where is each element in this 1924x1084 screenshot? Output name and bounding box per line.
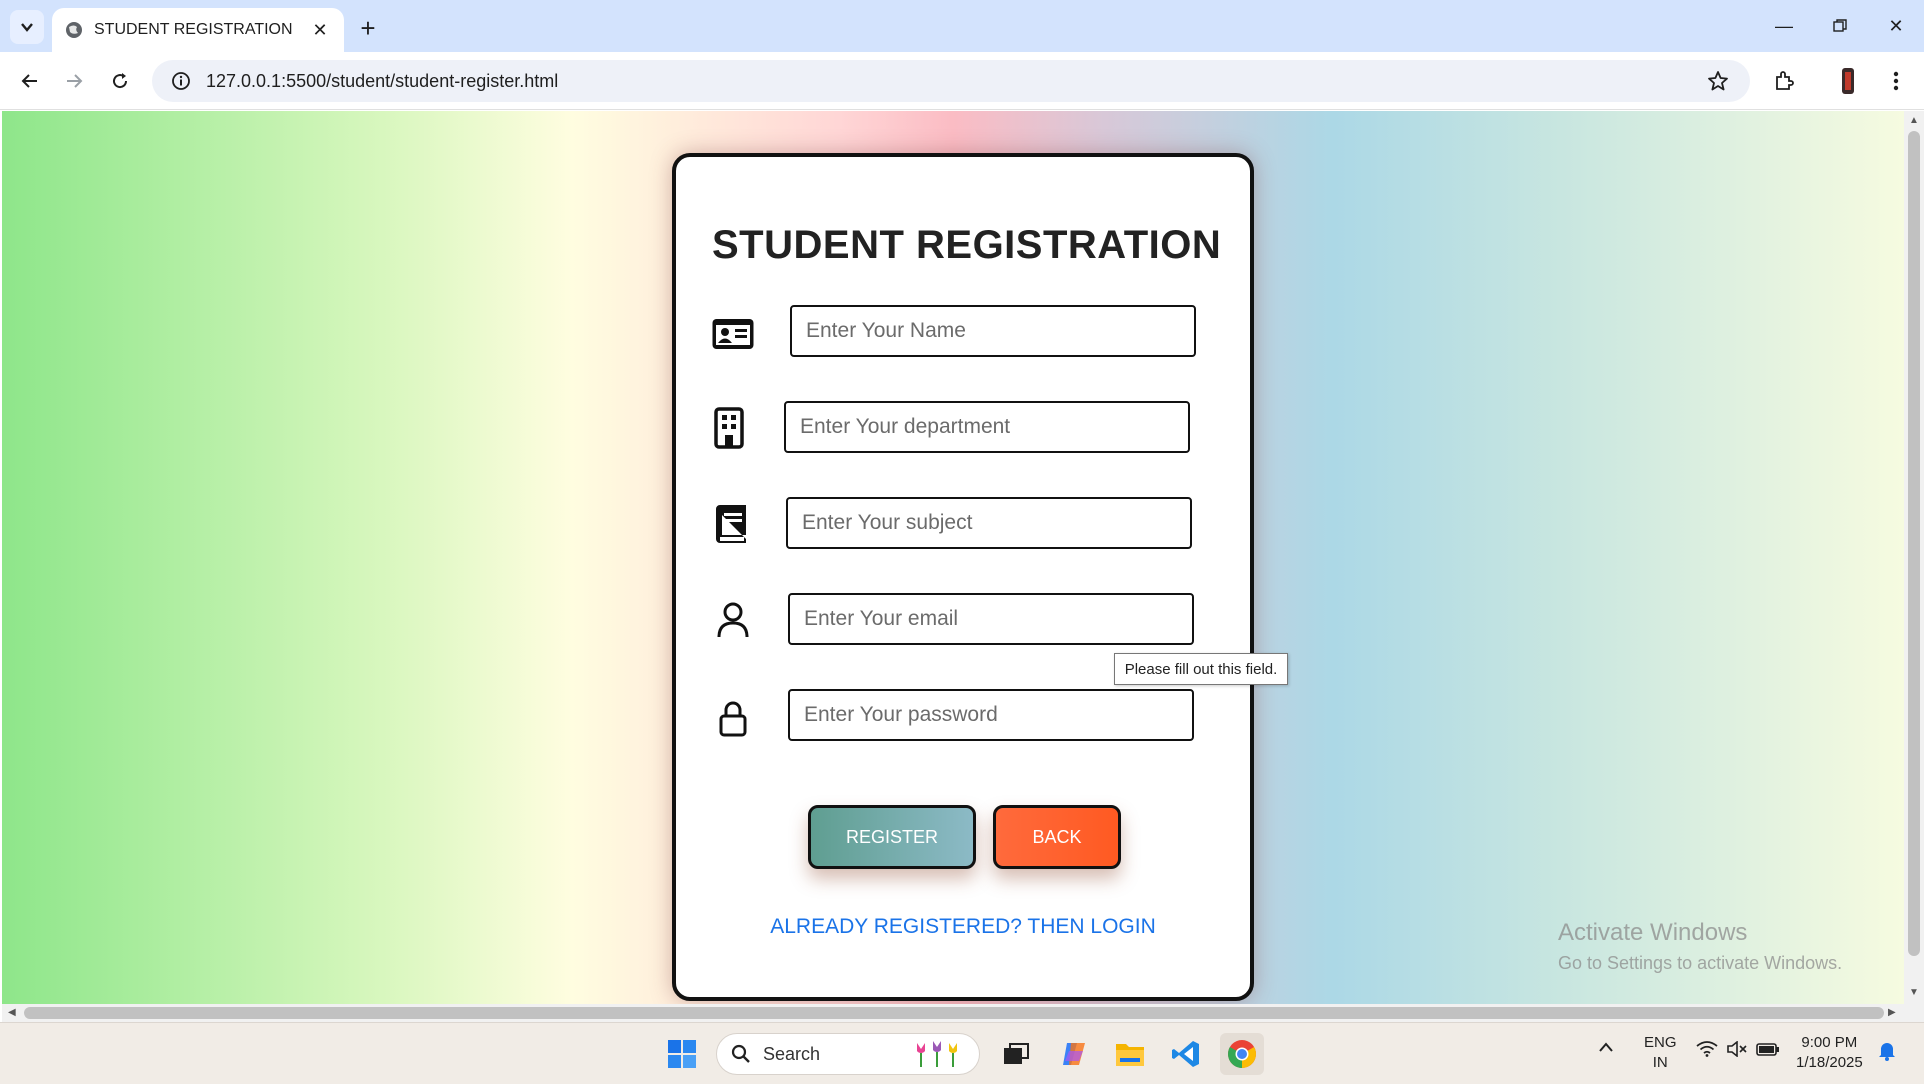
site-info-icon[interactable]: [170, 70, 192, 92]
wifi-icon[interactable]: [1696, 1041, 1718, 1063]
reload-icon[interactable]: [102, 63, 138, 99]
back-button[interactable]: BACK: [993, 805, 1121, 869]
building-icon: [706, 405, 752, 451]
vscode-icon[interactable]: [1164, 1033, 1208, 1075]
name-input[interactable]: [790, 305, 1196, 357]
validation-tooltip: Please fill out this field.: [1114, 653, 1288, 685]
scroll-up-icon[interactable]: ▲: [1909, 115, 1919, 126]
watermark-subtitle: Go to Settings to activate Windows.: [1558, 953, 1843, 973]
scroll-right-icon[interactable]: ▶: [1888, 1007, 1896, 1018]
clock[interactable]: 9:00 PM 1/18/2025: [1796, 1033, 1863, 1073]
password-input[interactable]: [788, 689, 1194, 741]
close-window-icon[interactable]: ✕: [1868, 0, 1924, 52]
chrome-icon[interactable]: [1220, 1033, 1264, 1075]
watermark-title: Activate Windows: [1558, 919, 1748, 946]
user-icon: [710, 597, 756, 643]
register-button[interactable]: REGISTER: [808, 805, 976, 869]
page-title: STUDENT REGISTRATION: [712, 223, 1222, 267]
region-code: IN: [1652, 1054, 1668, 1071]
lock-icon: [710, 695, 756, 741]
battery-icon[interactable]: [1756, 1041, 1780, 1063]
new-tab-button[interactable]: +: [352, 12, 384, 44]
scroll-down-icon[interactable]: ▼: [1909, 987, 1919, 998]
minimize-icon[interactable]: —: [1756, 0, 1812, 52]
horizontal-scroll-thumb[interactable]: [24, 1007, 1884, 1019]
windows-start-icon[interactable]: [660, 1033, 704, 1075]
show-hidden-icons-chevron-icon[interactable]: [1598, 1039, 1614, 1059]
login-link[interactable]: ALREADY REGISTERED? THEN LOGIN: [676, 915, 1250, 939]
vertical-scrollbar[interactable]: ▲ ▼: [1904, 111, 1924, 1004]
tulips-icon: [917, 1041, 957, 1067]
notification-bell-icon[interactable]: [1878, 1041, 1896, 1067]
search-label: Search: [763, 1043, 821, 1064]
more-menu-icon[interactable]: [1878, 63, 1914, 99]
url-text: 127.0.0.1:5500/student/student-register.…: [206, 70, 559, 91]
browser-toolbar: 127.0.0.1:5500/student/student-register.…: [0, 52, 1924, 110]
tab-search-dropdown[interactable]: [10, 10, 44, 44]
volume-muted-icon[interactable]: [1726, 1040, 1748, 1063]
registration-card: STUDENT REGISTRATION REGISTER BACK ALREA…: [672, 153, 1254, 1001]
horizontal-scrollbar[interactable]: ◀ ▶: [2, 1004, 1924, 1022]
forward-arrow-icon[interactable]: [56, 63, 92, 99]
file-explorer-icon[interactable]: [1108, 1033, 1152, 1075]
language-indicator[interactable]: ENG IN: [1644, 1033, 1677, 1073]
clock-date: 1/18/2025: [1796, 1054, 1863, 1071]
activate-windows-watermark: Activate Windows Go to Settings to activ…: [1558, 919, 1842, 974]
language-code: ENG: [1644, 1034, 1677, 1051]
subject-input[interactable]: [786, 497, 1192, 549]
browser-tab-active[interactable]: STUDENT REGISTRATION ✕: [52, 8, 344, 52]
scroll-left-icon[interactable]: ◀: [8, 1007, 16, 1018]
back-arrow-icon[interactable]: [12, 63, 48, 99]
copilot-icon[interactable]: [1052, 1033, 1096, 1075]
window-controls: — ✕: [1756, 0, 1924, 52]
windows-taskbar: Search ENG IN 9:00 PM 1/18/2025: [0, 1022, 1924, 1084]
tab-title: STUDENT REGISTRATION: [94, 21, 293, 38]
task-view-icon[interactable]: [994, 1033, 1038, 1075]
id-card-icon: [710, 311, 756, 357]
browser-tab-bar: STUDENT REGISTRATION ✕ + — ✕: [0, 0, 1924, 52]
taskbar-search[interactable]: Search: [716, 1033, 980, 1075]
clock-time: 9:00 PM: [1801, 1034, 1858, 1051]
restore-icon[interactable]: [1812, 0, 1868, 52]
page-viewport: STUDENT REGISTRATION REGISTER BACK ALREA…: [2, 111, 1904, 1004]
department-input[interactable]: [784, 401, 1190, 453]
search-icon: [731, 1044, 750, 1063]
close-icon[interactable]: ✕: [308, 18, 332, 42]
profile-avatar[interactable]: [1830, 63, 1866, 99]
bookmark-star-icon[interactable]: [1704, 67, 1732, 95]
book-icon: [708, 501, 754, 547]
vertical-scroll-thumb[interactable]: [1908, 131, 1920, 956]
chevron-down-icon: [21, 23, 33, 32]
extensions-icon[interactable]: [1766, 63, 1802, 99]
globe-icon: [64, 20, 84, 40]
address-bar[interactable]: 127.0.0.1:5500/student/student-register.…: [152, 60, 1750, 102]
email-input[interactable]: [788, 593, 1194, 645]
